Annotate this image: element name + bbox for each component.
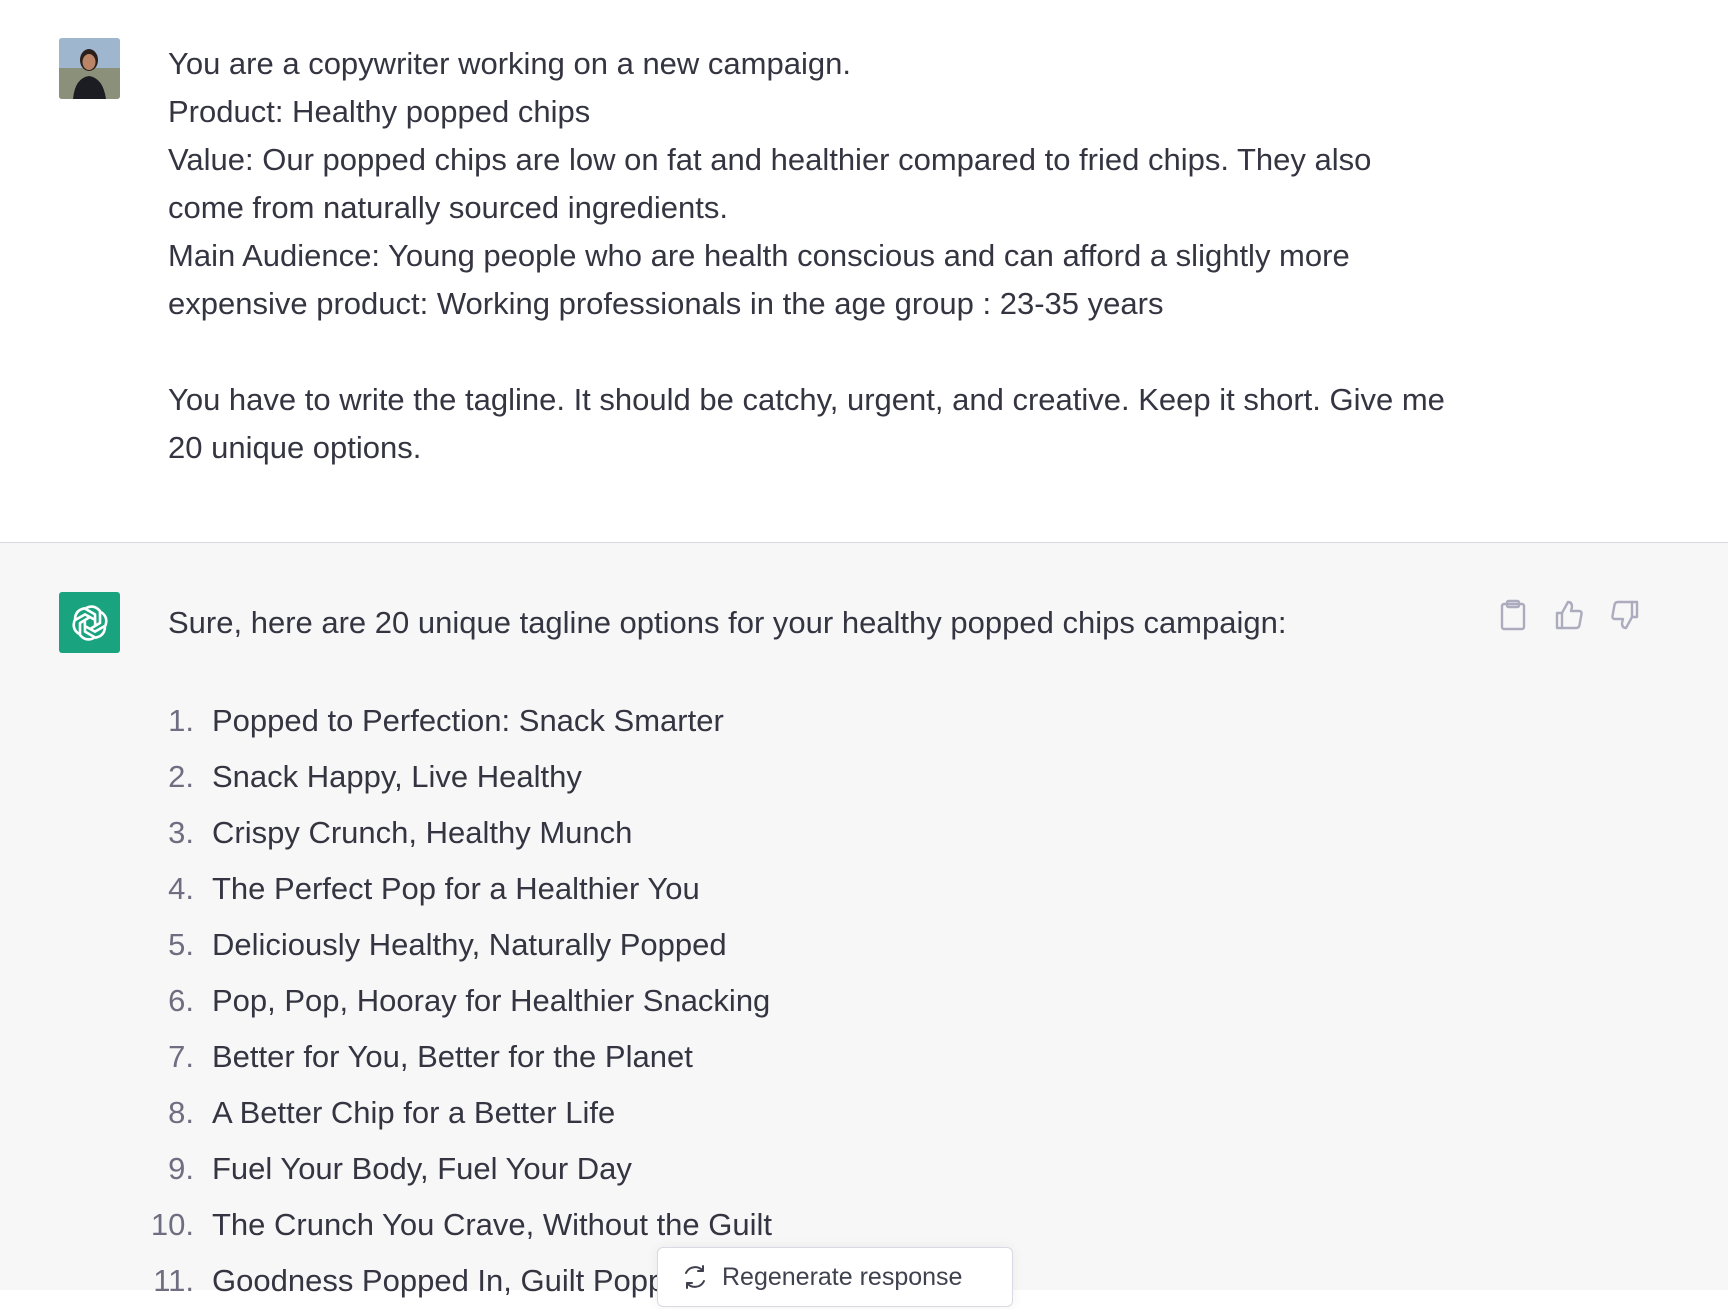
assistant-intro: Sure, here are 20 unique tagline options… <box>168 605 1287 640</box>
user-line: expensive product: Working professionals… <box>168 286 1164 321</box>
assistant-message: Sure, here are 20 unique tagline options… <box>0 543 1728 1298</box>
user-line: come from naturally sourced ingredients. <box>168 190 728 225</box>
user-message-text: You are a copywriter working on a new ca… <box>168 40 1488 472</box>
user-line: Value: Our popped chips are low on fat a… <box>168 142 1372 177</box>
list-text: Pop, Pop, Hooray for Healthier Snacking <box>212 983 771 1018</box>
chatgpt-logo-icon <box>59 592 120 653</box>
regenerate-response-button[interactable]: Regenerate response <box>657 1247 1013 1307</box>
list-text: A Better Chip for a Better Life <box>212 1095 616 1130</box>
list-number: 7. <box>168 1039 194 1074</box>
regenerate-label: Regenerate response <box>722 1262 963 1291</box>
tagline-list: 1. Popped to Perfection: Snack Smarter 2… <box>140 693 772 1309</box>
clipboard-icon[interactable] <box>1496 598 1530 632</box>
list-text: Deliciously Healthy, Naturally Popped <box>212 927 727 962</box>
list-text: Fuel Your Body, Fuel Your Day <box>212 1151 632 1186</box>
user-photo <box>59 38 120 99</box>
list-item: 1. Popped to Perfection: Snack Smarter <box>140 693 772 749</box>
list-number: 4. <box>168 871 194 906</box>
user-line: You are a copywriter working on a new ca… <box>168 46 851 81</box>
user-message: You are a copywriter working on a new ca… <box>0 0 1728 543</box>
list-item: 8. A Better Chip for a Better Life <box>140 1085 772 1141</box>
user-avatar <box>59 38 120 99</box>
user-line: Product: Healthy popped chips <box>168 94 591 129</box>
list-text: Crispy Crunch, Healthy Munch <box>212 815 633 850</box>
list-text: Popped to Perfection: Snack Smarter <box>212 703 724 738</box>
list-number: 6. <box>168 983 194 1018</box>
list-item: 3. Crispy Crunch, Healthy Munch <box>140 805 772 861</box>
list-number: 9. <box>168 1151 194 1186</box>
list-number: 3. <box>168 815 194 850</box>
thumbs-up-icon[interactable] <box>1552 598 1586 632</box>
list-number: 1. <box>168 703 194 738</box>
list-item: 2. Snack Happy, Live Healthy <box>140 749 772 805</box>
list-text: The Crunch You Crave, Without the Guilt <box>212 1207 773 1242</box>
list-number: 10. <box>150 1207 194 1242</box>
list-item: 9. Fuel Your Body, Fuel Your Day <box>140 1141 772 1197</box>
list-number: 5. <box>168 927 194 962</box>
message-actions <box>1496 598 1642 632</box>
list-text: Snack Happy, Live Healthy <box>212 759 582 794</box>
list-number: 11. <box>153 1263 194 1298</box>
list-text: Better for You, Better for the Planet <box>212 1039 693 1074</box>
list-text: The Perfect Pop for a Healthier You <box>212 871 700 906</box>
list-item: 5. Deliciously Healthy, Naturally Popped <box>140 917 772 973</box>
list-item: 6. Pop, Pop, Hooray for Healthier Snacki… <box>140 973 772 1029</box>
user-line: You have to write the tagline. It should… <box>168 382 1445 417</box>
thumbs-down-icon[interactable] <box>1608 598 1642 632</box>
list-item: 10. The Crunch You Crave, Without the Gu… <box>140 1197 772 1253</box>
list-item: 7. Better for You, Better for the Planet <box>140 1029 772 1085</box>
list-number: 2. <box>168 759 194 794</box>
user-line: Main Audience: Young people who are heal… <box>168 238 1350 273</box>
refresh-icon <box>682 1264 708 1290</box>
list-number: 8. <box>168 1095 194 1130</box>
list-item: 4. The Perfect Pop for a Healthier You <box>140 861 772 917</box>
user-line: 20 unique options. <box>168 430 422 465</box>
